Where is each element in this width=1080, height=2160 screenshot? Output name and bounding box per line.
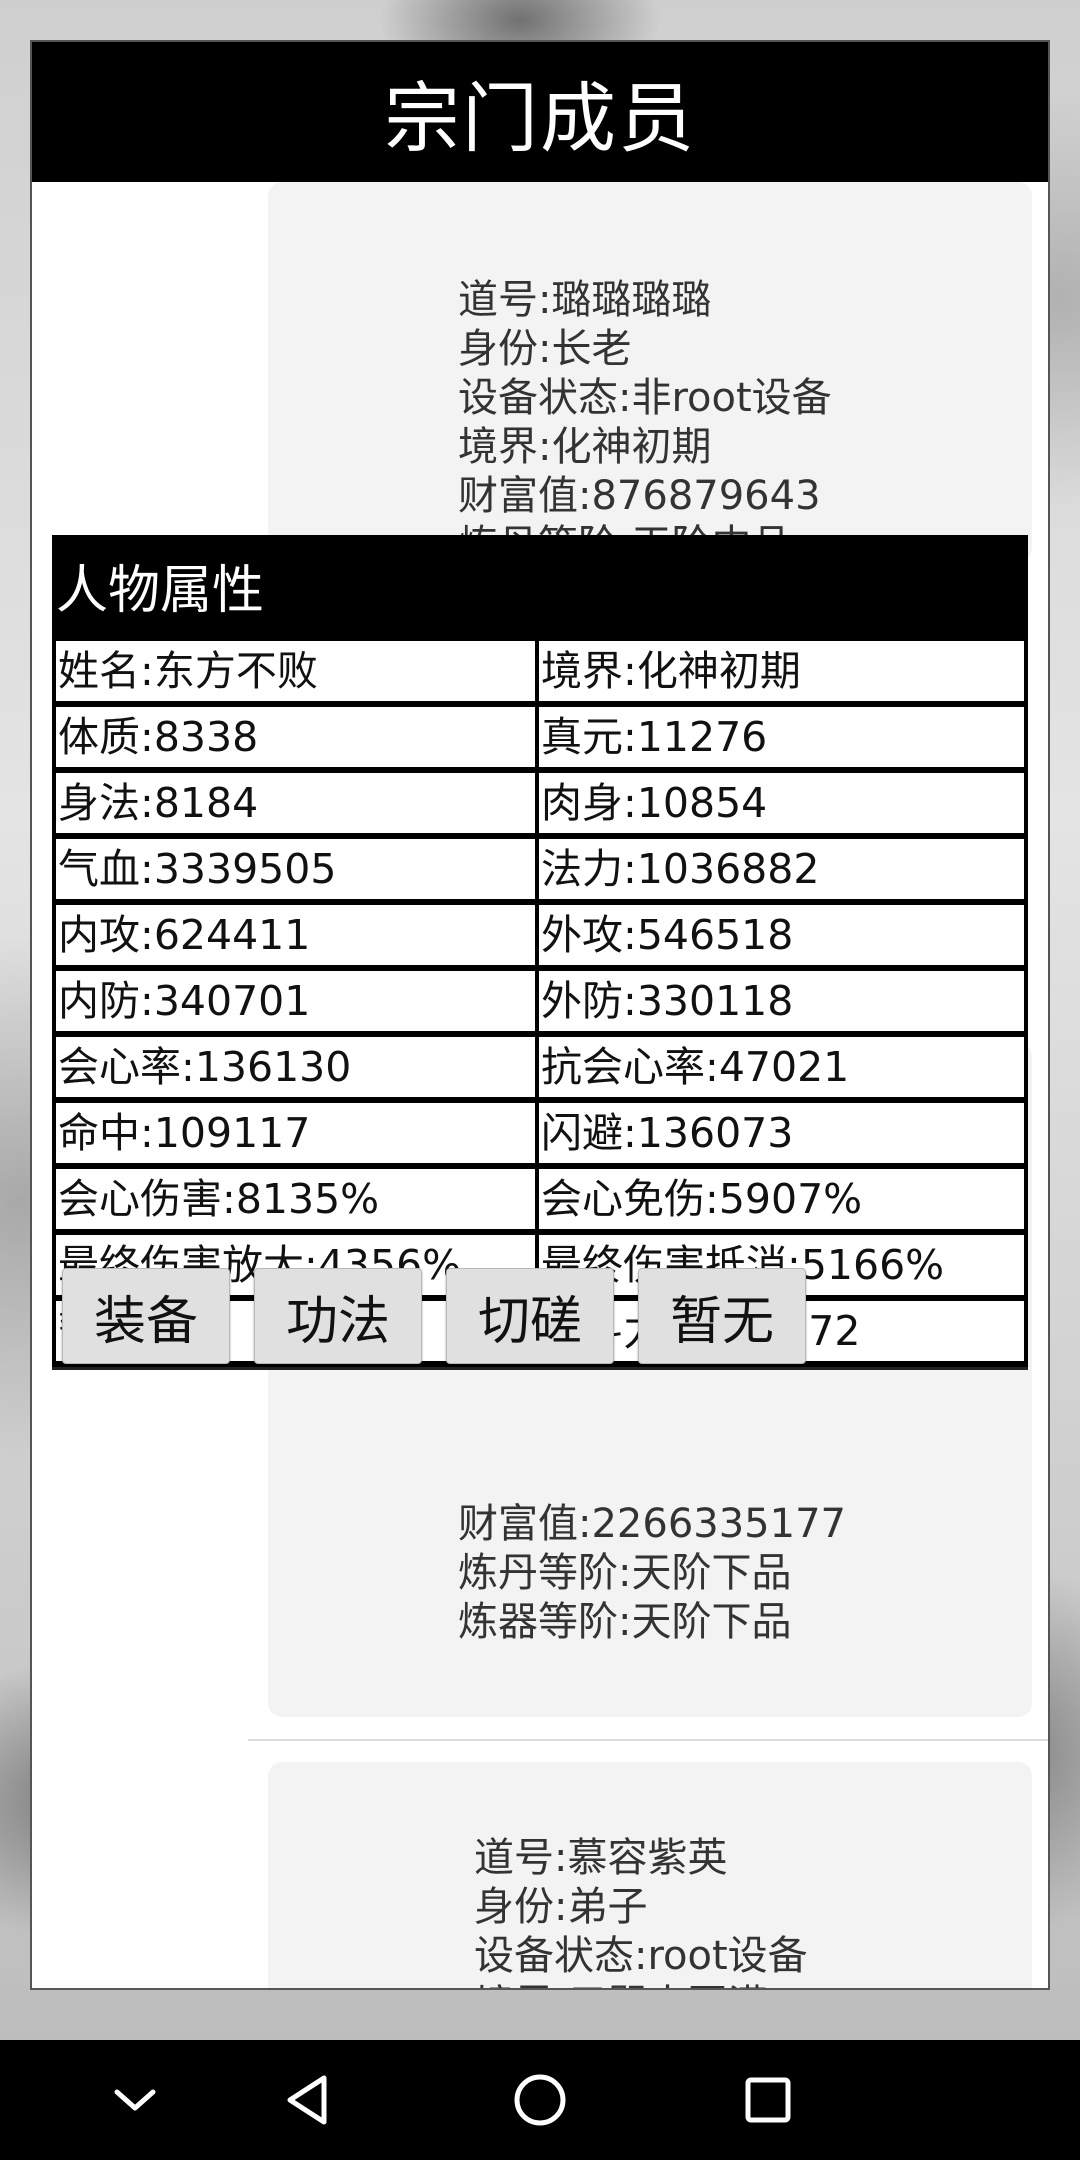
list-divider xyxy=(248,1739,1048,1741)
equipment-button[interactable]: 装备 xyxy=(62,1268,230,1364)
attr-cell: 肉身:10854 xyxy=(539,773,1024,833)
back-triangle-icon[interactable] xyxy=(280,2070,340,2130)
attr-row: 气血:3339505 法力:1036882 xyxy=(56,833,1024,899)
attr-cell: 真元:11276 xyxy=(539,707,1024,767)
member-line: 炼器等阶:天阶下品 xyxy=(458,1599,792,1645)
recents-square-icon[interactable] xyxy=(738,2070,798,2130)
attr-cell: 内攻:624411 xyxy=(56,905,535,965)
attr-cell: 外攻:546518 xyxy=(539,905,1024,965)
member-line: 设备状态:root设备 xyxy=(474,1933,808,1979)
member-line: 财富值:876879643 xyxy=(458,473,821,519)
system-navigation-bar xyxy=(0,2040,1080,2160)
attributes-button-bar: 装备 功法 切磋 暂无 xyxy=(52,1268,1028,1370)
attributes-table: 姓名:东方不败 境界:化神初期 体质:8338 真元:11276 身法:8184 肉身… xyxy=(52,635,1028,1367)
attr-cell: 体质:8338 xyxy=(56,707,535,767)
attr-row: 姓名:东方不败 境界:化神初期 xyxy=(56,635,1024,701)
attr-row: 体质:8338 真元:11276 xyxy=(56,701,1024,767)
panel-title: 宗门成员 xyxy=(32,42,1048,182)
attr-row: 会心伤害:8135% 会心免伤:5907% xyxy=(56,1163,1024,1229)
attr-cell: 境界:化神初期 xyxy=(539,641,1024,701)
chevron-down-icon[interactable] xyxy=(105,2070,165,2130)
member-card[interactable]: 道号:慕容紫英 身份:弟子 设备状态:root设备 境界:元婴大圆满 xyxy=(268,1762,1032,1988)
attr-cell: 抗会心率:47021 xyxy=(539,1037,1024,1097)
attr-row: 会心率:136130 抗会心率:47021 xyxy=(56,1031,1024,1097)
attr-cell: 外防:330118 xyxy=(539,971,1024,1031)
spar-button[interactable]: 切磋 xyxy=(446,1268,614,1364)
member-line: 设备状态:非root设备 xyxy=(458,375,832,421)
attr-row: 内攻:624411 外攻:546518 xyxy=(56,899,1024,965)
attr-cell: 气血:3339505 xyxy=(56,839,535,899)
skills-button[interactable]: 功法 xyxy=(254,1268,422,1364)
attributes-title: 人物属性 xyxy=(52,535,1028,635)
attr-cell: 内防:340701 xyxy=(56,971,535,1031)
attr-row: 内防:340701 外防:330118 xyxy=(56,965,1024,1031)
attr-cell: 姓名:东方不败 xyxy=(56,641,535,701)
member-line: 境界:元婴大圆满 xyxy=(474,1981,808,1988)
character-attributes-popup: 人物属性 姓名:东方不败 境界:化神初期 体质:8338 真元:11276 身法:8… xyxy=(52,535,1028,1370)
attr-cell: 法力:1036882 xyxy=(539,839,1024,899)
home-circle-icon[interactable] xyxy=(510,2070,570,2130)
member-line: 道号:慕容紫英 xyxy=(474,1835,728,1881)
attr-row: 身法:8184 肉身:10854 xyxy=(56,767,1024,833)
attr-cell: 命中:109117 xyxy=(56,1103,535,1163)
attr-cell: 会心伤害:8135% xyxy=(56,1169,535,1229)
member-line: 道号:璐璐璐璐 xyxy=(458,277,712,323)
member-line: 身份:弟子 xyxy=(474,1884,648,1930)
member-line: 身份:长老 xyxy=(458,326,632,372)
none-button[interactable]: 暂无 xyxy=(638,1268,806,1364)
member-card[interactable]: 道号:璐璐璐璐 身份:长老 设备状态:非root设备 境界:化神初期 财富值:8… xyxy=(268,182,1032,568)
attr-cell: 会心免伤:5907% xyxy=(539,1169,1024,1229)
member-line: 炼丹等阶:天阶下品 xyxy=(458,1550,792,1596)
attr-cell: 闪避:136073 xyxy=(539,1103,1024,1163)
attr-row: 命中:109117 闪避:136073 xyxy=(56,1097,1024,1163)
member-line: 财富值:2266335177 xyxy=(458,1501,846,1547)
attr-cell: 身法:8184 xyxy=(56,773,535,833)
member-line: 境界:化神初期 xyxy=(458,424,712,470)
attr-cell: 会心率:136130 xyxy=(56,1037,535,1097)
